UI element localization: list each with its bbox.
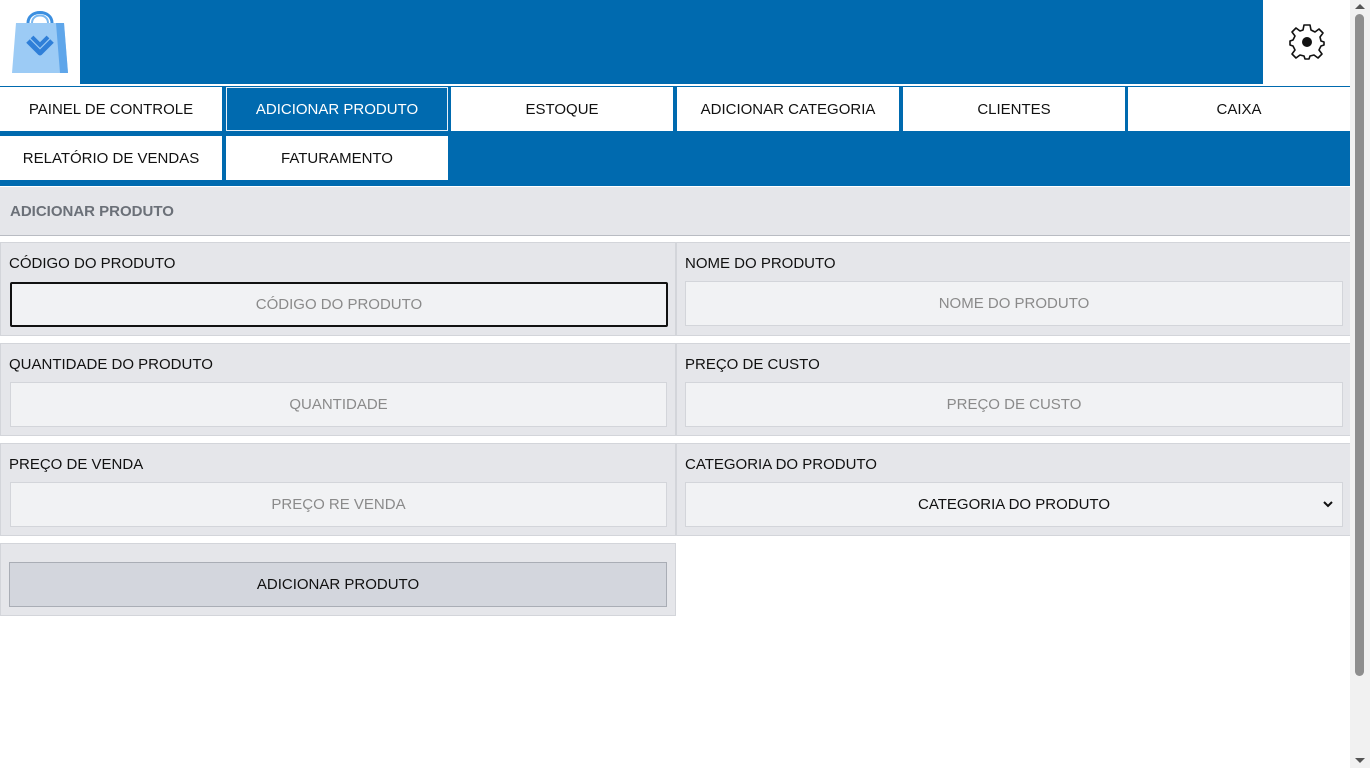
nome-input[interactable] xyxy=(685,281,1343,326)
categoria-group: CATEGORIA DO PRODUTO CATEGORIA DO PRODUT… xyxy=(676,443,1351,536)
custo-input[interactable] xyxy=(685,382,1343,427)
tab-faturamento[interactable]: FATURAMENTO xyxy=(226,136,448,180)
page-title: ADICIONAR PRODUTO xyxy=(0,187,1350,236)
venda-group: PREÇO DE VENDA xyxy=(0,443,676,536)
categoria-selected-value: CATEGORIA DO PRODUTO xyxy=(918,496,1110,513)
codigo-input[interactable] xyxy=(10,282,668,327)
scroll-up-arrow-icon[interactable] xyxy=(1355,4,1365,9)
codigo-group: CÓDIGO DO PRODUTO xyxy=(0,242,676,336)
quantidade-input[interactable] xyxy=(10,382,667,427)
gear-icon xyxy=(1288,24,1325,60)
submit-group: ADICIONAR PRODUTO xyxy=(0,543,676,616)
custo-label: PREÇO DE CUSTO xyxy=(685,356,820,373)
tab-adicionar-categoria[interactable]: ADICIONAR CATEGORIA xyxy=(677,87,899,131)
tab-painel-de-controle[interactable]: PAINEL DE CONTROLE xyxy=(0,87,222,131)
tab-clientes[interactable]: CLIENTES xyxy=(903,87,1125,131)
chevron-down-icon xyxy=(1323,501,1333,508)
tab-caixa[interactable]: CAIXA xyxy=(1128,87,1350,131)
tab-relatorio-de-vendas[interactable]: RELATÓRIO DE VENDAS xyxy=(0,136,222,180)
scroll-thumb[interactable] xyxy=(1355,14,1364,676)
custo-group: PREÇO DE CUSTO xyxy=(676,343,1351,436)
venda-label: PREÇO DE VENDA xyxy=(9,456,144,473)
top-bar xyxy=(0,0,1350,84)
quantidade-label: QUANTIDADE DO PRODUTO xyxy=(9,356,213,373)
shopping-bag-logo-icon xyxy=(12,11,68,73)
nome-group: NOME DO PRODUTO xyxy=(676,242,1351,336)
tab-estoque[interactable]: ESTOQUE xyxy=(451,87,673,131)
nome-label: NOME DO PRODUTO xyxy=(685,255,836,272)
categoria-select[interactable]: CATEGORIA DO PRODUTO xyxy=(685,482,1343,527)
app-logo[interactable] xyxy=(0,0,80,84)
tab-adicionar-produto[interactable]: ADICIONAR PRODUTO xyxy=(226,87,448,131)
settings-button[interactable] xyxy=(1263,0,1350,84)
codigo-label: CÓDIGO DO PRODUTO xyxy=(9,255,176,272)
vertical-scrollbar[interactable] xyxy=(1350,0,1370,768)
categoria-label: CATEGORIA DO PRODUTO xyxy=(685,456,877,473)
quantidade-group: QUANTIDADE DO PRODUTO xyxy=(0,343,676,436)
main-nav: PAINEL DE CONTROLE ADICIONAR PRODUTO EST… xyxy=(0,86,1350,186)
venda-input[interactable] xyxy=(10,482,667,527)
adicionar-produto-button[interactable]: ADICIONAR PRODUTO xyxy=(9,562,667,607)
scroll-down-arrow-icon[interactable] xyxy=(1355,758,1365,763)
